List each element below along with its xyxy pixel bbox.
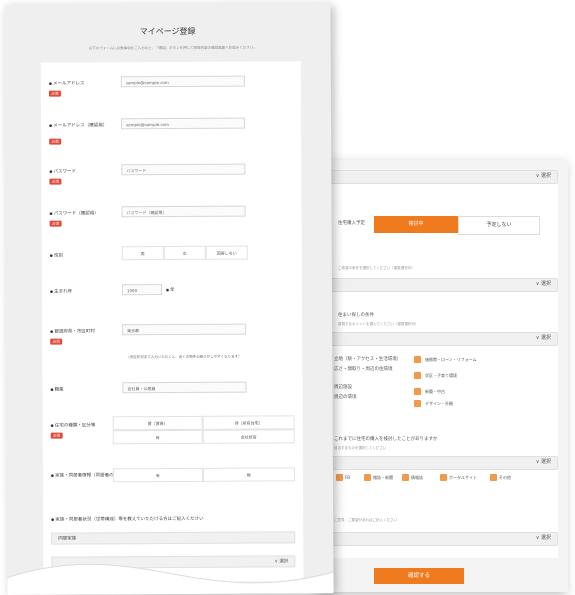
field-label-housing: 住宅の種類・区分等 bbox=[51, 422, 96, 428]
gender-option-none[interactable]: 回答しない bbox=[205, 245, 248, 260]
field-label-prefecture: 都道府県・市区町村 bbox=[50, 328, 95, 334]
housing-option-own[interactable]: 持（所有住宅） bbox=[202, 415, 295, 430]
select-3[interactable]: ∨ 選択 bbox=[330, 332, 558, 346]
checkbox-2[interactable] bbox=[414, 372, 421, 379]
field-label-password-confirm: パスワード（確認用） bbox=[50, 210, 99, 216]
hint-text-1: ご希望の条件を選択してください（複数選択可） bbox=[338, 266, 415, 270]
hint-text-2: ご意見・ご要望があればご記入ください bbox=[334, 518, 397, 522]
select-4-caret: ∨ 選択 bbox=[535, 459, 551, 465]
required-badge: 必須 bbox=[48, 90, 61, 97]
family-composition-select[interactable]: 同居家族 bbox=[51, 531, 296, 545]
email-input[interactable]: sample@sample.com bbox=[120, 75, 245, 88]
required-badge: 必須 bbox=[50, 432, 63, 439]
checkbox-4[interactable] bbox=[414, 400, 421, 407]
select-5-caret: ∨ 選択 bbox=[535, 535, 551, 541]
occupation-select[interactable]: 会社員・公務員 bbox=[122, 381, 247, 394]
section-sub: 重視するポイントを選んでください（複数選択可） bbox=[338, 322, 419, 326]
registration-form-card: メールアドレス 必須 sample@sample.com メールアドレス（確認用… bbox=[40, 61, 304, 583]
inline-check-4-label: ポータルサイト bbox=[449, 475, 477, 480]
field-label-occupation: 職業 bbox=[50, 387, 64, 393]
check-left-4: 周辺の環境 bbox=[334, 395, 357, 400]
select-3-caret: ∨ 選択 bbox=[535, 335, 551, 341]
prefecture-select[interactable]: 東京都 bbox=[122, 323, 247, 336]
check-left-3: 周辺施設 bbox=[334, 385, 352, 390]
required-badge: 必須 bbox=[49, 220, 62, 227]
housing-option-yes[interactable]: 有 bbox=[112, 429, 203, 445]
birth-year-unit: 年 bbox=[166, 287, 175, 293]
inline-check-5-label: その他 bbox=[499, 475, 511, 480]
back-form-card: ∨ 選択 住宅購入予定 検討中 予定しない ご希望の条件を選択してください（複数… bbox=[330, 170, 558, 558]
family-composition-label: 同居家族 bbox=[58, 536, 77, 542]
checkbox-1-label: 価格帯・ローン・リフォーム bbox=[425, 357, 477, 362]
checkbox-3[interactable] bbox=[414, 388, 421, 395]
inline-check-2[interactable] bbox=[364, 474, 371, 481]
field-label-birth-year: 生まれ年 bbox=[50, 289, 72, 295]
inline-check-2-label: 雑誌・新聞 bbox=[373, 475, 393, 480]
birth-year-select[interactable]: 1990 bbox=[121, 284, 162, 296]
section-label: 住まい探しの条件 bbox=[338, 313, 374, 318]
checkbox-1[interactable] bbox=[414, 356, 421, 363]
back-form-page: ∨ 選択 住宅購入予定 検討中 予定しない ご希望の条件を選択してください（複数… bbox=[318, 160, 568, 592]
family-option-no[interactable]: 無 bbox=[202, 467, 295, 482]
required-badge: 必須 bbox=[50, 338, 63, 345]
field-label-email-confirm: メールアドレス（確認用） bbox=[49, 122, 107, 128]
checkbox-4-label: デザイン・外観 bbox=[425, 401, 453, 406]
inline-check-1[interactable] bbox=[336, 474, 343, 481]
submit-button[interactable]: 確認する bbox=[374, 568, 464, 584]
password-confirm-input[interactable]: パスワード（確認用） bbox=[121, 205, 246, 218]
bottom-question: 家族・同居者状況（世帯構成）等を教えていただける方はご記入ください bbox=[51, 516, 203, 523]
password-input[interactable]: パスワード bbox=[121, 163, 246, 176]
check-left-2: 広さ・間取り・周辺の住環境 bbox=[334, 367, 393, 372]
page-description: 以下のフォームに必要事項をご入力の上、「確認」ボタンを押して登録内容の確認画面へ… bbox=[88, 45, 257, 51]
gender-option-male[interactable]: 男 bbox=[121, 246, 164, 261]
select-4[interactable]: ∨ 選択 bbox=[330, 456, 558, 470]
housing-option-company[interactable]: 会社所有 bbox=[202, 429, 295, 444]
select-2-caret: ∨ 選択 bbox=[535, 281, 551, 287]
family-option-yes[interactable]: 有 bbox=[112, 467, 203, 483]
select-2[interactable]: ∨ 選択 bbox=[330, 278, 558, 292]
field-label-email: メールアドレス bbox=[49, 80, 85, 86]
gender-option-female[interactable]: 女 bbox=[163, 245, 206, 261]
field-label-password: パスワード bbox=[49, 168, 76, 174]
email-confirm-input[interactable]: sample@sample.com bbox=[121, 117, 246, 130]
select-top[interactable]: ∨ 選択 bbox=[330, 170, 558, 184]
inline-check-5[interactable] bbox=[490, 474, 497, 481]
segment-label: 住宅購入予定 bbox=[338, 221, 365, 226]
inline-check-3-label: 情報誌 bbox=[411, 475, 423, 480]
page-title: マイページ登録 bbox=[139, 26, 196, 37]
checkbox-3-label: 新築・中古 bbox=[425, 389, 445, 394]
field-label-gender: 性別 bbox=[50, 253, 63, 259]
prefecture-note: （市区町村まで入力いただくと、近くの物件の紹介がしやすくなります） bbox=[126, 354, 242, 360]
select-5[interactable]: ∨ 選択 bbox=[330, 532, 558, 546]
segment-option-selected[interactable]: 検討中 bbox=[374, 216, 458, 233]
section2-label: これまでに住宅の購入を検討したことがありますか bbox=[334, 437, 438, 442]
inline-check-3[interactable] bbox=[402, 474, 409, 481]
front-form-page: マイページ登録 以下のフォームに必要事項をご入力の上、「確認」ボタンを押して登録… bbox=[4, 3, 334, 595]
housing-option-rent[interactable]: 賃（賃貸） bbox=[112, 415, 203, 431]
inline-check-4[interactable] bbox=[440, 474, 447, 481]
torn-edge-decoration bbox=[4, 563, 334, 595]
check-left-1: 立地（駅・アクセス・生活環境） bbox=[334, 357, 402, 362]
required-badge: 必須 bbox=[49, 138, 62, 145]
section2-sub: 該当するものを選択してください bbox=[334, 446, 387, 450]
inline-check-1-label: FB bbox=[345, 475, 351, 480]
checkbox-2-label: 学区・子育て環境 bbox=[425, 373, 457, 378]
select-top-caret: ∨ 選択 bbox=[535, 173, 551, 179]
required-badge: 必須 bbox=[49, 178, 62, 185]
segment-option-other[interactable]: 予定しない bbox=[458, 216, 540, 235]
